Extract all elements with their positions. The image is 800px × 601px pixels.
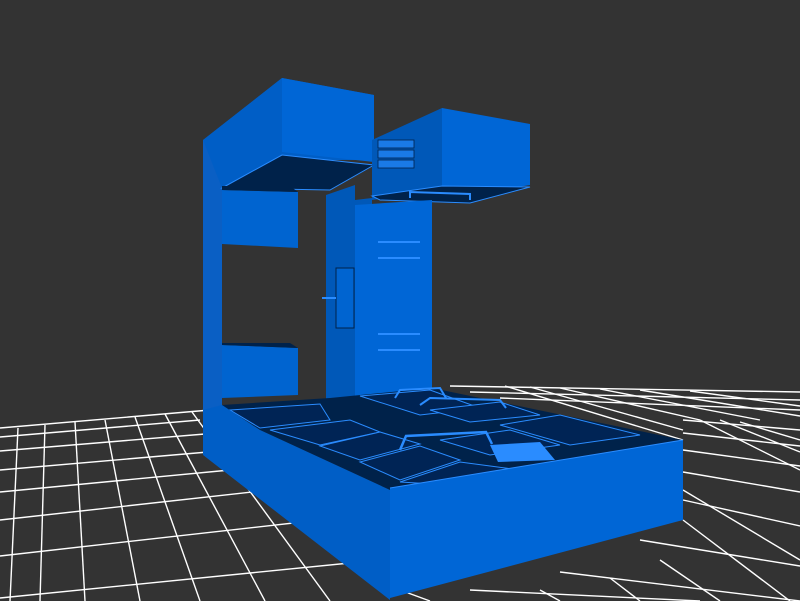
divider-handle[interactable] [335, 267, 355, 329]
cabinet-model[interactable] [203, 78, 684, 600]
fridge-column-front [355, 200, 432, 400]
scene-canvas [0, 78, 800, 601]
spice-rack [377, 139, 415, 169]
3d-viewport[interactable] [0, 0, 800, 601]
shelf-lower [222, 345, 298, 398]
shelf-upper [222, 190, 298, 248]
upper-left-cabinet-front [282, 78, 374, 162]
